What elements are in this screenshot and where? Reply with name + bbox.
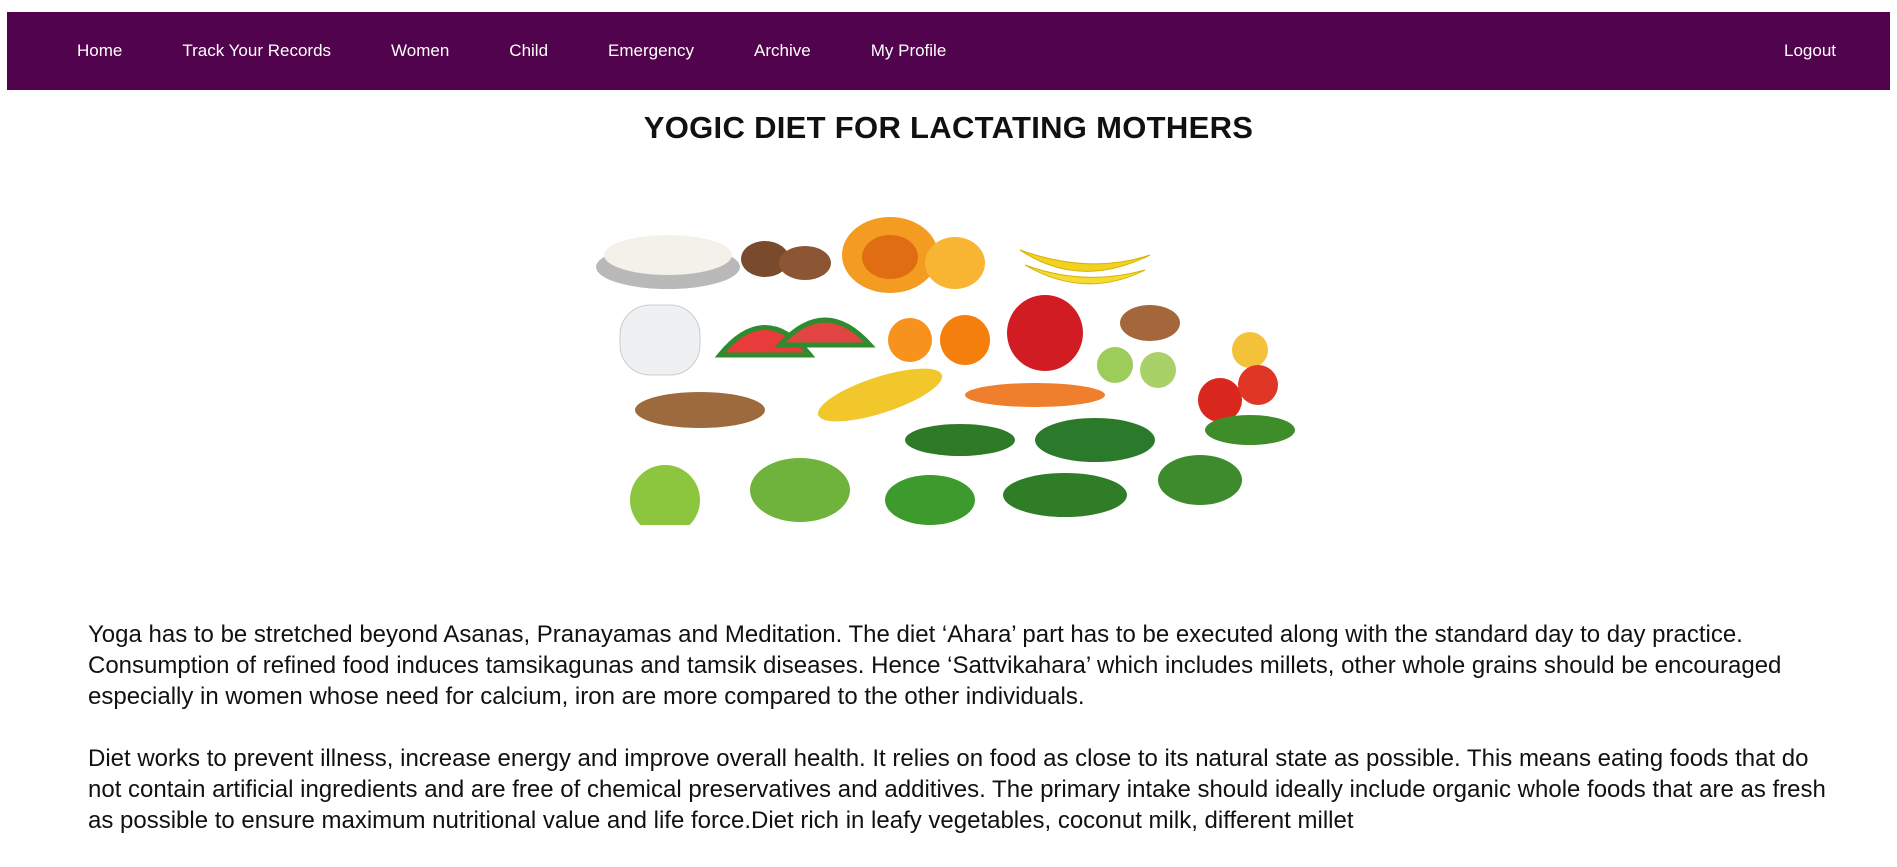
logout-button[interactable]: Logout bbox=[1784, 12, 1836, 90]
orange-icon bbox=[888, 318, 932, 362]
banana-icon bbox=[1019, 249, 1151, 272]
nav-women[interactable]: Women bbox=[391, 41, 449, 61]
milk-glass-icon bbox=[619, 304, 701, 376]
sapota-icon bbox=[1120, 305, 1180, 341]
page-title: YOGIC DIET FOR LACTATING MOTHERS bbox=[643, 110, 1254, 145]
nav-child[interactable]: Child bbox=[509, 41, 548, 61]
lemon-icon bbox=[1232, 332, 1268, 368]
beans-icon bbox=[905, 424, 1015, 456]
nav-my-profile[interactable]: My Profile bbox=[871, 41, 947, 61]
corn-icon bbox=[817, 368, 943, 422]
nav-track-your-records[interactable]: Track Your Records bbox=[182, 41, 331, 61]
herb-icon bbox=[1158, 455, 1242, 505]
cucumber-icon bbox=[1205, 415, 1295, 445]
nav-home[interactable]: Home bbox=[77, 41, 122, 61]
nav-emergency[interactable]: Emergency bbox=[608, 41, 694, 61]
coconut-icon bbox=[630, 465, 700, 525]
leafy-greens-icon bbox=[1035, 418, 1155, 462]
tomato-icon bbox=[1198, 378, 1242, 422]
paragraph-diet: Diet works to prevent illness, increase … bbox=[88, 745, 1826, 834]
carrot-icon bbox=[965, 383, 1105, 407]
paragraph-intro: Yoga has to be stretched beyond Asanas, … bbox=[88, 621, 1782, 710]
spinach-icon bbox=[1003, 473, 1127, 517]
food-illustration-image bbox=[596, 217, 1295, 525]
nuts-icon bbox=[635, 392, 765, 428]
article-content: Yoga has to be stretched beyond Asanas, … bbox=[88, 619, 1828, 867]
nav-archive[interactable]: Archive bbox=[754, 41, 811, 61]
cabbage-icon bbox=[750, 458, 850, 522]
top-navbar: Home Track Your Records Women Child Emer… bbox=[7, 12, 1890, 90]
capsicum-icon bbox=[885, 475, 975, 525]
nav-links: Home Track Your Records Women Child Emer… bbox=[7, 41, 1006, 61]
apple-icon bbox=[1007, 295, 1083, 371]
guava-icon bbox=[1097, 347, 1133, 383]
